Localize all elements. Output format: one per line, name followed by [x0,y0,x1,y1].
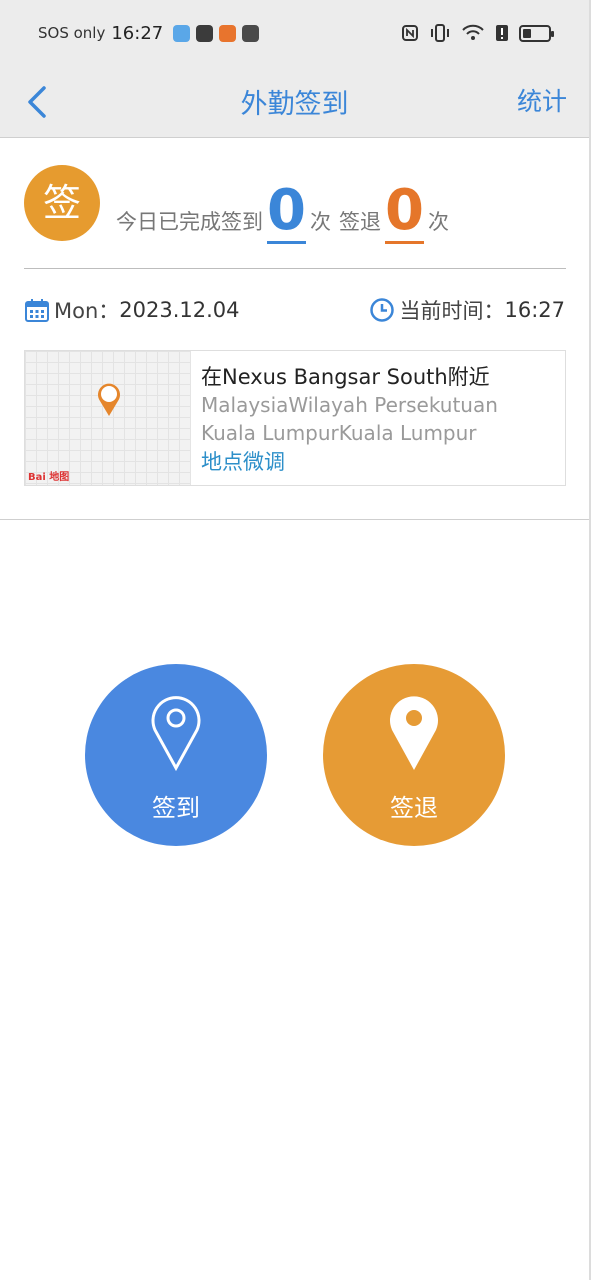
checkin-count: 0 [267,178,306,244]
summary-unit-2: 次 [427,210,449,234]
nfc-icon [402,25,418,41]
game-app-icon [242,24,260,42]
checkout-label: 签退 [338,210,381,234]
date-label: Mon： [54,299,120,323]
clock-icon [370,298,395,322]
sign-badge: 签 [24,165,100,241]
check-out-button[interactable]: 签退 [323,664,505,846]
screen: SOS only 16:27 外勤签到 统计 签 今日已完成签到 0 次 签退 … [0,0,591,1280]
status-bar: SOS only 16:27 [0,0,589,66]
adjust-location-link[interactable]: 地点微调 [201,447,557,477]
calendar-icon [25,299,49,322]
page-title: 外勤签到 [240,89,349,120]
map-pin-icon [98,383,120,416]
battery-icon [519,24,554,42]
summary-unit-1: 次 [309,210,331,234]
wifi-icon [462,24,484,40]
section-divider [0,519,589,520]
statistics-button[interactable]: 统计 [517,82,567,118]
current-time-value: 16:27 [504,298,565,322]
checkout-count: 0 [384,178,424,244]
date-row: Mon： 2023.12.04 [24,295,240,325]
summary-prefix: 今日已完成签到 [116,210,263,234]
current-time-label: 当前时间： [399,299,505,323]
time-row: 当前时间： 16:27 [369,295,565,325]
alert-icon [496,25,508,41]
check-out-label: 签退 [390,794,438,822]
check-in-button[interactable]: 签到 [85,664,267,846]
upload-icon [196,24,214,42]
date-value: 2023.12.04 [119,298,240,322]
attendance-summary: 今日已完成签到 0 次 签退 0 次 [116,174,449,244]
map-watermark: Bai 地图 [28,472,70,483]
status-time: 16:27 [111,22,164,44]
check-in-label: 签到 [152,794,200,822]
news-app-icon [219,24,237,42]
location-card: Bai 地图 在Nexus Bangsar South附近 MalaysiaWi… [24,350,566,486]
location-pin-filled-icon [390,696,438,770]
summary-divider [24,268,566,269]
map-thumbnail[interactable]: Bai 地图 [25,351,191,485]
vibrate-icon [431,24,449,42]
location-pin-outline-icon [151,696,201,772]
location-name: 在Nexus Bangsar South附近 [201,365,490,389]
cloud-app-icon [173,24,191,42]
location-address: MalaysiaWilayah Persekutuan Kuala Lumpur… [201,393,498,445]
nav-bar: 外勤签到 统计 [0,66,589,138]
network-status: SOS only [38,24,106,42]
